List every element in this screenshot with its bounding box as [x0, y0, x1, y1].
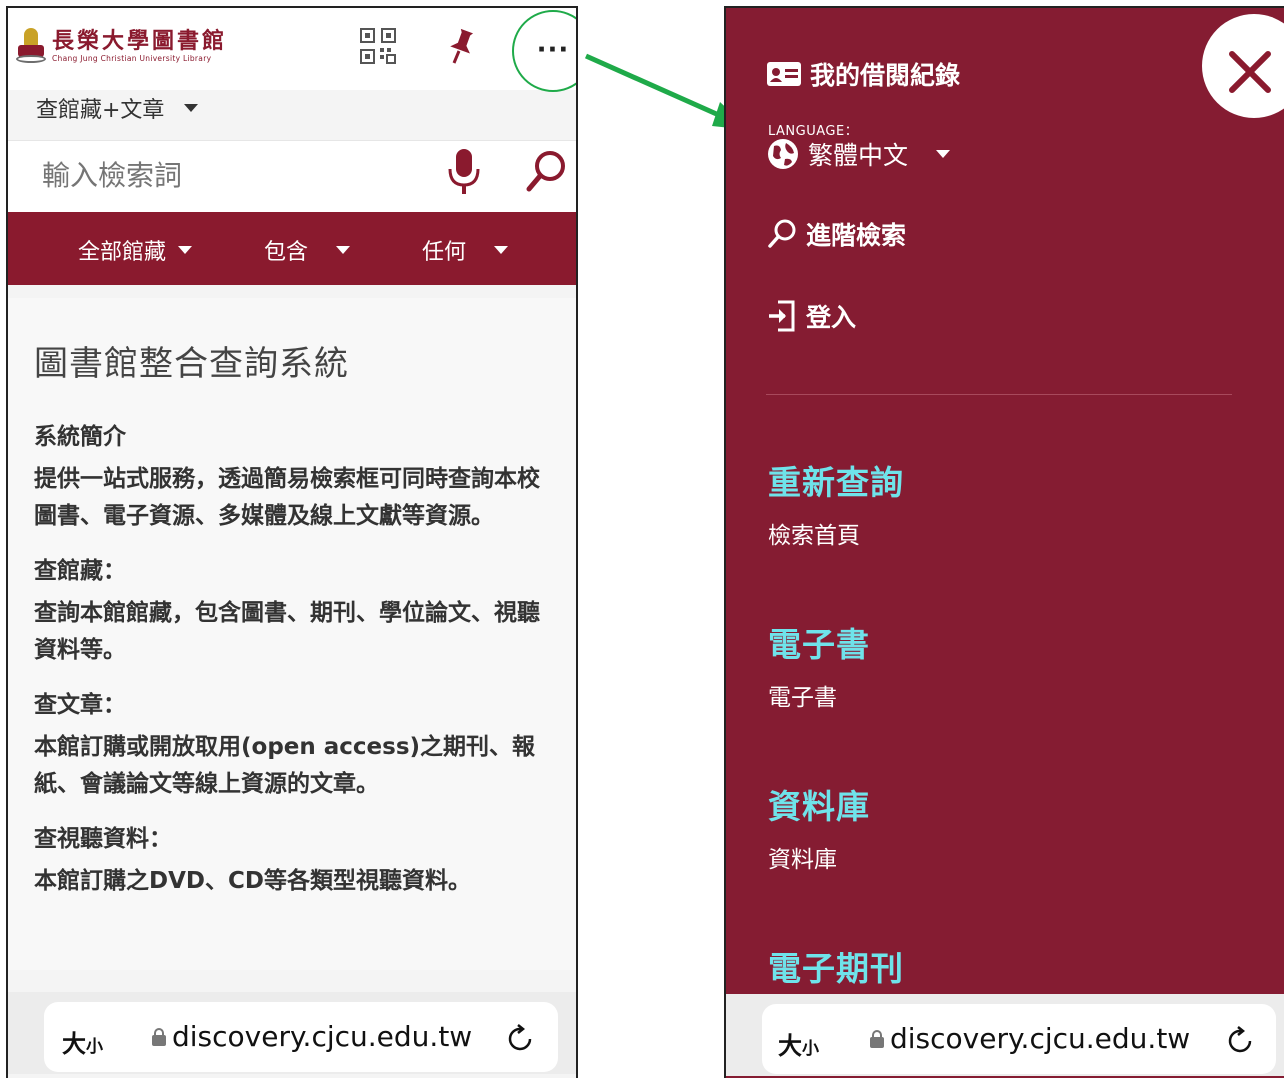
- filter-collection-dropdown[interactable]: 全部館藏: [78, 234, 193, 266]
- sign-in-icon: [769, 300, 795, 332]
- filter-label: 包含: [264, 240, 309, 265]
- language-value: 繁體中文: [808, 141, 909, 170]
- close-menu-button[interactable]: [1202, 14, 1284, 118]
- filter-match-dropdown[interactable]: 包含: [264, 234, 351, 266]
- url-text: discovery.cjcu.edu.tw: [172, 1020, 473, 1053]
- close-icon: [1229, 51, 1271, 93]
- menu-item-login[interactable]: 登入: [766, 298, 856, 334]
- menu-item-label: 登入: [806, 303, 857, 332]
- filter-bar: 全部館藏 包含 任何: [8, 212, 576, 285]
- chevron-down-icon: [184, 104, 199, 112]
- section-text: 本館訂購或開放取用(open access)之期刊、報紙、會議論文等線上資源的文…: [34, 734, 536, 797]
- section-title-databases: 資料庫: [768, 787, 870, 826]
- section-text: 查詢本館館藏，包含圖書、期刊、學位論文、視聽資料等。: [34, 600, 540, 663]
- section-heading: 查文章：: [34, 692, 126, 718]
- lock-icon: [870, 1029, 884, 1048]
- link-search-home[interactable]: 檢索首頁: [768, 516, 860, 550]
- id-card-icon: [767, 62, 801, 86]
- library-logo[interactable]: 長榮大學圖書館 Chang Jung Christian University …: [16, 28, 227, 66]
- menu-item-label: 我的借閱紀錄: [810, 61, 961, 90]
- section-title-ejournals: 電子期刊: [768, 949, 904, 988]
- right-phone-menu: 我的借閱紀錄 LANGUAGE： 繁體中文 進階檢索 登入 重新查詢 檢索首頁 …: [724, 6, 1284, 1078]
- qr-code-icon[interactable]: [358, 26, 398, 66]
- chevron-down-icon: [936, 150, 951, 158]
- menu-item-advanced-search[interactable]: 進階檢索: [766, 216, 906, 252]
- section-heading: 查館藏：: [34, 558, 126, 584]
- browser-address-bar: 大小 discovery.cjcu.edu.tw: [726, 994, 1284, 1076]
- lock-icon: [152, 1027, 166, 1046]
- search-icon: [768, 219, 796, 248]
- reload-icon[interactable]: [1226, 1026, 1256, 1056]
- link-databases[interactable]: 資料庫: [768, 840, 837, 874]
- search-icon[interactable]: [524, 149, 568, 195]
- globe-icon: [768, 139, 798, 169]
- filter-label: 任何: [422, 240, 467, 265]
- url-pill[interactable]: 大小 discovery.cjcu.edu.tw: [44, 1002, 558, 1072]
- top-header: 長榮大學圖書館 Chang Jung Christian University …: [8, 8, 576, 92]
- link-ebooks[interactable]: 電子書: [768, 678, 837, 712]
- menu-item-my-loans[interactable]: 我的借閱紀錄: [766, 56, 960, 92]
- search-input[interactable]: [42, 159, 402, 192]
- more-icon: ···: [536, 35, 570, 65]
- section-title-ebooks: 電子書: [768, 625, 870, 664]
- logo-title: 長榮大學圖書館: [52, 28, 228, 54]
- language-select[interactable]: 繁體中文: [766, 136, 951, 172]
- reload-icon[interactable]: [506, 1024, 536, 1054]
- url-text: discovery.cjcu.edu.tw: [890, 1022, 1191, 1055]
- chevron-down-icon: [178, 246, 193, 254]
- section-title-new-search: 重新查詢: [768, 463, 904, 502]
- url-field[interactable]: discovery.cjcu.edu.tw: [152, 1020, 472, 1053]
- section-text: 提供一站式服務，透過簡易檢索框可同時查詢本校圖書、電子資源、多媒體及線上文獻等資…: [34, 466, 540, 529]
- filter-label: 全部館藏: [78, 240, 167, 265]
- search-scope-select[interactable]: 查館藏+文章: [36, 92, 199, 124]
- search-bar: [8, 140, 576, 212]
- text-size-button[interactable]: 大小: [778, 1026, 819, 1061]
- left-phone-screen: 長榮大學圖書館 Chang Jung Christian University …: [6, 6, 578, 1078]
- section-text: 本館訂購之DVD、CD等各類型視聽資料。: [34, 868, 471, 894]
- menu-item-label: 進階檢索: [806, 221, 907, 250]
- filter-field-dropdown[interactable]: 任何: [422, 234, 509, 266]
- university-emblem-icon: [16, 28, 46, 66]
- logo-subtitle: Chang Jung Christian University Library: [52, 54, 212, 63]
- microphone-icon[interactable]: [444, 147, 484, 199]
- url-pill[interactable]: 大小 discovery.cjcu.edu.tw: [762, 1004, 1276, 1074]
- section-heading: 系統簡介: [34, 424, 126, 450]
- browser-address-bar: 大小 discovery.cjcu.edu.tw: [8, 992, 576, 1074]
- chevron-down-icon: [336, 246, 351, 254]
- url-field[interactable]: discovery.cjcu.edu.tw: [870, 1022, 1190, 1055]
- page-title: 圖書館整合查詢系統: [34, 344, 349, 384]
- section-heading: 查視聽資料：: [34, 826, 172, 852]
- search-scope-value: 查館藏+文章: [36, 98, 165, 123]
- menu-divider: [766, 394, 1232, 395]
- intro-content: 圖書館整合查詢系統 系統簡介 提供一站式服務，透過簡易檢索框可同時查詢本校圖書、…: [8, 298, 576, 970]
- pin-icon[interactable]: [446, 28, 476, 66]
- chevron-down-icon: [494, 246, 509, 254]
- more-options-button[interactable]: ···: [512, 10, 576, 92]
- text-size-button[interactable]: 大小: [62, 1024, 103, 1059]
